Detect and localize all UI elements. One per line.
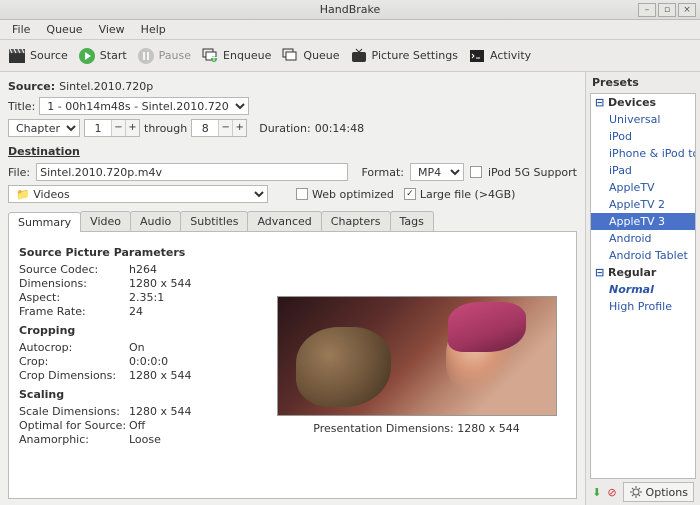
destination-header: Destination — [8, 145, 577, 158]
tab-summary[interactable]: Summary — [8, 212, 81, 232]
spp-header: Source Picture Parameters — [19, 246, 249, 259]
menu-file[interactable]: File — [6, 21, 36, 38]
menu-help[interactable]: Help — [135, 21, 172, 38]
tab-content: Source Picture Parameters Source Codec:h… — [8, 232, 577, 499]
duration-value: 00:14:48 — [315, 122, 364, 135]
tab-tags[interactable]: Tags — [390, 211, 434, 231]
preset-item[interactable]: AppleTV 2 — [591, 196, 695, 213]
cropping-header: Cropping — [19, 324, 249, 337]
source-label: Source: — [8, 80, 55, 93]
file-label: File: — [8, 166, 30, 179]
preset-item[interactable]: iPod — [591, 128, 695, 145]
web-label: Web optimized — [312, 188, 394, 201]
options-button[interactable]: Options — [623, 482, 694, 502]
preset-item[interactable]: iPad — [591, 162, 695, 179]
tab-subtitles[interactable]: Subtitles — [180, 211, 248, 231]
presets-devices-group[interactable]: ⊟ Devices — [591, 94, 695, 111]
large-checkbox[interactable]: ✓ — [404, 188, 416, 200]
start-button[interactable]: Start — [78, 47, 127, 65]
svg-text:+: + — [209, 51, 218, 64]
large-label: Large file (>4GB) — [420, 188, 516, 201]
preset-item[interactable]: AppleTV — [591, 179, 695, 196]
toolbar: Source Start Pause + Enqueue Queue Pictu… — [0, 40, 700, 72]
menubar: File Queue View Help — [0, 20, 700, 40]
activity-button[interactable]: Activity — [468, 47, 531, 65]
terminal-icon — [468, 47, 486, 65]
menu-queue[interactable]: Queue — [40, 21, 88, 38]
queue-icon — [281, 47, 299, 65]
tab-advanced[interactable]: Advanced — [247, 211, 321, 231]
through-label: through — [144, 122, 187, 135]
maximize-button[interactable]: ▫ — [658, 3, 676, 17]
titlebar: HandBrake – ▫ × — [0, 0, 700, 20]
chapter-from-stepper[interactable]: 1−+ — [84, 119, 140, 137]
tab-audio[interactable]: Audio — [130, 211, 181, 231]
preset-delete-icon[interactable]: ⊘ — [607, 486, 616, 499]
play-icon — [78, 47, 96, 65]
scaling-header: Scaling — [19, 388, 249, 401]
enqueue-icon: + — [201, 47, 219, 65]
minimize-button[interactable]: – — [638, 3, 656, 17]
presentation-dimensions: Presentation Dimensions: 1280 x 544 — [313, 422, 519, 435]
source-button[interactable]: Source — [8, 47, 68, 65]
presets-header: Presets — [586, 72, 700, 93]
preset-item[interactable]: Android — [591, 230, 695, 247]
preset-item[interactable]: iPhone & iPod touch — [591, 145, 695, 162]
ipod-checkbox[interactable] — [470, 166, 482, 178]
presets-regular-group[interactable]: ⊟ Regular — [591, 264, 695, 281]
ipod-label: iPod 5G Support — [488, 166, 577, 179]
menu-view[interactable]: View — [93, 21, 131, 38]
preview-thumbnail — [277, 296, 557, 416]
pause-button: Pause — [137, 47, 191, 65]
preset-item[interactable]: Android Tablet — [591, 247, 695, 264]
file-input[interactable] — [36, 163, 347, 181]
preset-item[interactable]: Universal — [591, 111, 695, 128]
presets-sidebar: Presets ⊟ Devices Universal iPod iPhone … — [585, 72, 700, 505]
preset-save-icon[interactable]: ⬇ — [592, 486, 601, 499]
format-select[interactable]: MP4 — [410, 163, 464, 181]
gear-icon — [629, 485, 643, 499]
tv-icon — [350, 47, 368, 65]
pause-icon — [137, 47, 155, 65]
format-label: Format: — [362, 166, 404, 179]
title-label: Title: — [8, 100, 35, 113]
window-title: HandBrake — [320, 3, 381, 16]
preset-item-selected[interactable]: AppleTV 3 — [591, 213, 695, 230]
presets-tree[interactable]: ⊟ Devices Universal iPod iPhone & iPod t… — [590, 93, 696, 479]
enqueue-button[interactable]: + Enqueue — [201, 47, 271, 65]
tabs: Summary Video Audio Subtitles Advanced C… — [8, 211, 577, 232]
title-select[interactable]: 1 - 00h14m48s - Sintel.2010.720p — [39, 97, 249, 115]
queue-button[interactable]: Queue — [281, 47, 339, 65]
tab-video[interactable]: Video — [80, 211, 131, 231]
clapperboard-icon — [8, 47, 26, 65]
preset-item[interactable]: Normal — [591, 281, 695, 298]
web-checkbox[interactable] — [296, 188, 308, 200]
duration-label: Duration: — [259, 122, 310, 135]
tab-chapters[interactable]: Chapters — [321, 211, 391, 231]
picture-settings-button[interactable]: Picture Settings — [350, 47, 458, 65]
folder-select[interactable]: 📁 Videos — [8, 185, 268, 203]
chapter-to-stepper[interactable]: 8−+ — [191, 119, 247, 137]
source-name: Sintel.2010.720p — [59, 80, 153, 93]
close-button[interactable]: × — [678, 3, 696, 17]
preset-item[interactable]: High Profile — [591, 298, 695, 315]
chapters-mode-select[interactable]: Chapters: — [8, 119, 80, 137]
